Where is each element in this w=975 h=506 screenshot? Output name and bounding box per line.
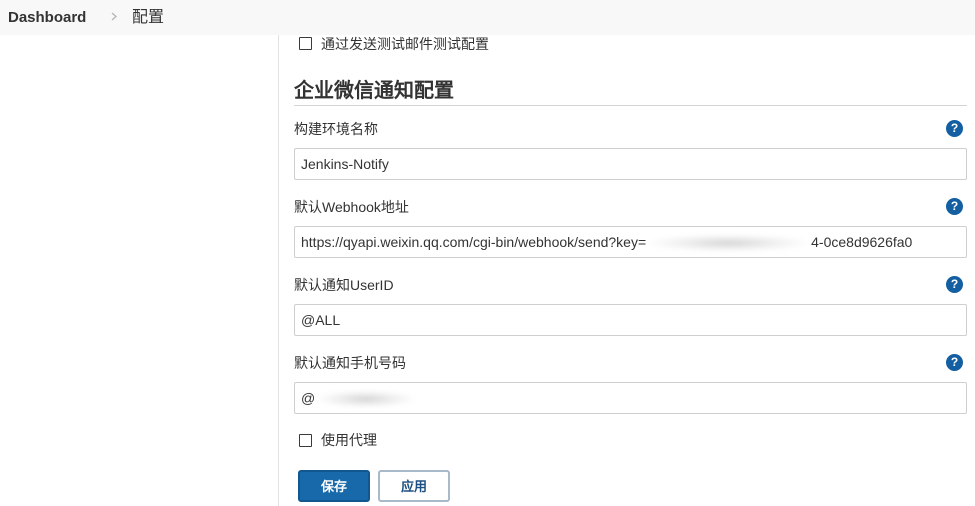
- apply-button[interactable]: 应用: [378, 470, 450, 502]
- help-icon[interactable]: ?: [946, 198, 963, 215]
- breadcrumb: Dashboard 配置: [0, 0, 975, 35]
- help-icon[interactable]: ?: [946, 120, 963, 137]
- user-id-label: 默认通知UserID: [294, 277, 394, 293]
- webhook-value-start: https://qyapi.weixin.qq.com/cgi-bin/webh…: [301, 234, 647, 250]
- side-panel: [0, 35, 279, 506]
- env-name-input[interactable]: [294, 148, 967, 180]
- breadcrumb-config-link[interactable]: 配置: [132, 0, 164, 35]
- help-icon[interactable]: ?: [946, 276, 963, 293]
- use-proxy-checkbox-label[interactable]: 使用代理: [321, 431, 377, 449]
- redacted-blur: [315, 390, 418, 409]
- webhook-label: 默认Webhook地址: [294, 199, 409, 215]
- section-title: 企业微信通知配置: [294, 80, 454, 102]
- chevron-right-icon: [111, 12, 117, 21]
- test-email-checkbox[interactable]: [299, 37, 312, 50]
- webhook-input[interactable]: https://qyapi.weixin.qq.com/cgi-bin/webh…: [294, 226, 967, 258]
- breadcrumb-dashboard-link[interactable]: Dashboard: [8, 0, 86, 35]
- mobile-value-start: @: [301, 390, 316, 406]
- save-button[interactable]: 保存: [298, 470, 370, 502]
- test-email-checkbox-label[interactable]: 通过发送测试邮件测试配置: [321, 35, 489, 53]
- webhook-value-end: 4-0ce8d9626fa0: [811, 234, 913, 250]
- env-name-label: 构建环境名称: [294, 121, 378, 137]
- mobile-label: 默认通知手机号码: [294, 355, 406, 371]
- section-divider: [294, 105, 967, 106]
- redacted-blur: [646, 234, 812, 253]
- user-id-input[interactable]: [294, 304, 967, 336]
- help-icon[interactable]: ?: [946, 354, 963, 371]
- mobile-input[interactable]: @: [294, 382, 967, 414]
- use-proxy-checkbox[interactable]: [299, 434, 312, 447]
